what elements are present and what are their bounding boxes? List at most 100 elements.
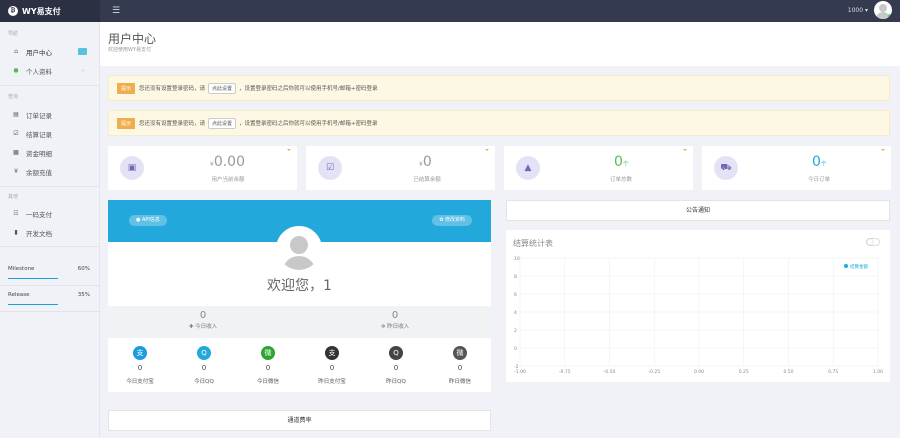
api-info-button[interactable]: ● API信息	[129, 215, 167, 226]
legend-marker	[844, 264, 848, 268]
sidebar-section-nav: 导航	[8, 31, 19, 37]
payment-stat: 微 0 昨日微信	[428, 346, 492, 385]
sidebar-item-label: 个人资料	[26, 67, 52, 76]
qq-icon: Q	[389, 346, 403, 360]
sidebar-item-orders[interactable]: ▤ 订单记录	[0, 105, 99, 124]
brand-logo-icon: ₿	[8, 6, 18, 16]
welcome-text: 欢迎您，1	[267, 278, 332, 294]
table-icon: ▦	[13, 149, 19, 156]
sidebar-section-other: 其他	[8, 194, 19, 200]
sidebar-item-label: 资金明细	[26, 149, 52, 158]
payment-value: 0	[457, 364, 463, 372]
money-icon: ▣	[120, 156, 144, 180]
brand[interactable]: ₿ WY易支付	[0, 0, 100, 22]
stat-value: ¥0	[419, 154, 432, 170]
set-password-button[interactable]: 点此设置	[208, 117, 237, 129]
password-alert: 提示 您还没有设置登录密码，请 点此设置 ，设置登录密码之后你就可以使用手机号/邮箱+…	[108, 75, 890, 101]
caret-down-icon[interactable]	[287, 149, 291, 151]
stat-label: 用户当前余额	[211, 177, 245, 183]
payment-value: 0	[393, 364, 399, 372]
payment-stat: 微 0 今日微信	[236, 346, 300, 385]
x-tick-label: 0.50	[783, 369, 793, 375]
sidebar: 导航 ⌂ 用户中心 ● 个人资料 › 查询 ▤ 订单记录 ☑ 结算记录 ▦ 资金明细 ¥ 余额…	[0, 22, 100, 438]
brand-name: WY易支付	[22, 6, 61, 16]
income-summary: 0 ✚ 今日收入 0 ✲ 昨日收入	[108, 306, 491, 338]
payment-stat: 支 0 昨日支付宝	[300, 346, 364, 385]
alert-text: ，设置登录密码之后你就可以使用手机号/邮箱+密码登录	[239, 121, 378, 127]
payment-value: 0	[137, 364, 143, 372]
qq-icon: Q	[197, 346, 211, 360]
password-alert: 提示 您还没有设置登录密码，请 点此设置 ，设置登录密码之后你就可以使用手机号/邮箱+…	[108, 110, 890, 136]
book-icon: ▮	[14, 229, 18, 236]
payment-label: 昨日支付宝	[318, 379, 346, 385]
set-password-button[interactable]: 点此设置	[208, 82, 237, 94]
online-status-icon	[888, 14, 892, 18]
x-tick-label: -0.50	[604, 369, 616, 375]
chevron-right-icon: ›	[82, 67, 84, 74]
wechat-icon: 微	[453, 346, 467, 360]
release-progress: Release 35%	[8, 292, 90, 305]
y-tick-label: 0	[514, 346, 517, 352]
user-name[interactable]: 1000 ▾	[848, 7, 868, 14]
wechat-icon: 微	[261, 346, 275, 360]
caret-down-icon[interactable]	[881, 149, 885, 151]
legend-label: 结算金额	[850, 263, 868, 270]
yesterday-income: 0 ✲ 昨日收入	[380, 310, 410, 330]
release-percent: 35%	[77, 292, 90, 298]
payment-label: 今日微信	[256, 379, 279, 385]
stat-card-orders: ▲ 0个 订单总数	[504, 146, 693, 190]
release-label: Release	[8, 292, 30, 298]
user-menu[interactable]: 1000 ▾	[848, 1, 892, 19]
edit-profile-button[interactable]: ✿ 修改资料	[432, 215, 472, 226]
caret-down-icon[interactable]	[485, 149, 489, 151]
qrcode-icon: ☷	[13, 210, 19, 217]
list-icon: ▤	[13, 111, 19, 118]
sidebar-item-recharge[interactable]: ¥ 余额充值	[0, 162, 99, 181]
check-icon: ☑	[13, 130, 19, 137]
y-tick-label: 4	[514, 310, 517, 316]
notice-panel-header[interactable]: 公告通知	[506, 200, 890, 221]
x-tick-label: -0.75	[559, 369, 571, 375]
today-income: 0 ✚ 今日收入	[188, 310, 218, 330]
avatar[interactable]	[276, 226, 322, 272]
alipay-icon: 支	[133, 346, 147, 360]
avatar[interactable]	[874, 1, 892, 19]
channel-rate-button[interactable]: 通道费率	[108, 410, 491, 431]
sidebar-item-docs[interactable]: ▮ 开发文档	[0, 223, 99, 242]
y-tick-label: -2	[514, 364, 519, 370]
sidebar-item-profile[interactable]: ● 个人资料 ›	[0, 61, 99, 80]
payment-value: 0	[201, 364, 207, 372]
sidebar-item-label: 一码支付	[26, 210, 52, 219]
checkbox-icon: ☑	[318, 156, 342, 180]
payment-label: 今日支付宝	[126, 379, 154, 385]
x-tick-label: 0.00	[694, 369, 704, 375]
page-subtitle: 欢迎使用WY易支付	[108, 47, 151, 53]
menu-toggle-icon[interactable]: ☰	[112, 6, 120, 16]
alert-text: ，设置登录密码之后你就可以使用手机号/邮箱+密码登录	[239, 86, 378, 92]
stat-label: 订单总数	[609, 177, 632, 183]
x-tick-label: 1.00	[873, 369, 883, 375]
sidebar-item-settlements[interactable]: ☑ 结算记录	[0, 124, 99, 143]
payment-label: 昨日QQ	[386, 379, 406, 385]
sidebar-item-label: 结算记录	[26, 130, 52, 139]
sidebar-item-label: 开发文档	[26, 229, 52, 238]
caret-down-icon[interactable]	[683, 149, 687, 151]
alert-tag: 提示	[117, 82, 136, 94]
y-tick-label: 2	[514, 328, 517, 334]
payment-stat: Q 0 昨日QQ	[364, 346, 428, 385]
home-icon: ⌂	[14, 48, 18, 55]
top-navbar: ₿ WY易支付 ☰ 1000 ▾	[0, 0, 900, 22]
sidebar-item-qrpay[interactable]: ☷ 一码支付	[0, 204, 99, 223]
area-chart-icon: ▲	[516, 156, 540, 180]
yen-icon: ¥	[14, 168, 18, 175]
payment-value: 0	[265, 364, 271, 372]
alert-text: 您还没有设置登录密码，请	[139, 86, 206, 92]
stat-label: 已结算余额	[413, 177, 441, 183]
sidebar-item-user-center[interactable]: ⌂ 用户中心	[0, 42, 99, 61]
x-tick-label: 0.75	[828, 369, 838, 375]
alert-tag: 提示	[117, 117, 136, 129]
stat-card-balance: ▣ ¥0.00 用户当前余额	[108, 146, 297, 190]
alipay-icon: 支	[325, 346, 339, 360]
milestone-progress: Milestone 60%	[8, 266, 90, 279]
sidebar-item-funds[interactable]: ▦ 资金明细	[0, 143, 99, 162]
